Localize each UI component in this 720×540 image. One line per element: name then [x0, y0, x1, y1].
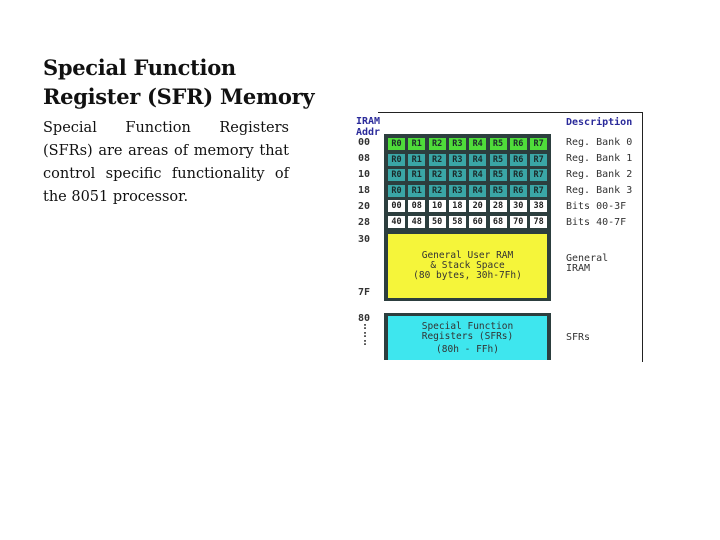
addr-label: 08	[358, 153, 371, 164]
sfr-description: SFRs	[566, 332, 591, 343]
register-cell: R6	[509, 153, 527, 166]
row-description: Bits 40-7F	[566, 217, 627, 228]
addr-label: 7F	[358, 287, 371, 298]
row-description: Reg. Bank 1	[566, 153, 633, 164]
row-description: Reg. Bank 2	[566, 169, 633, 180]
register-cell: 50	[428, 216, 446, 228]
register-cell: 20	[469, 200, 487, 213]
ellipsis-dots: :::	[362, 321, 369, 348]
register-cell: 48	[408, 216, 426, 228]
register-cell: R6	[509, 138, 527, 150]
register-cell: R1	[408, 153, 426, 166]
register-cell: 30	[509, 200, 527, 213]
register-cell: R5	[489, 138, 507, 150]
register-grid: R0 R1 R2 R3 R4 R5 R6 R7 R0 R1 R2 R3 R4 R5 R6 R7 R0 R1 R2 R3…	[384, 134, 551, 231]
register-cell: R7	[530, 169, 548, 182]
description-header: Description	[566, 117, 633, 128]
register-cell: R6	[509, 169, 527, 182]
register-cell: R7	[530, 184, 548, 197]
sfr-block: Special Function Registers (SFRs) (80h -…	[384, 313, 551, 360]
addr-label: 30	[358, 234, 371, 245]
register-cell: R4	[469, 184, 487, 197]
register-cell: 18	[448, 200, 466, 213]
addr-label: 20	[358, 201, 371, 212]
register-cell: R0	[388, 184, 405, 197]
register-cell: R0	[388, 138, 405, 150]
register-cell: R5	[489, 169, 507, 182]
register-cell: R7	[530, 138, 548, 150]
register-cell: R6	[509, 184, 527, 197]
register-cell: R2	[428, 184, 446, 197]
register-cell: 10	[428, 200, 446, 213]
register-cell: R3	[448, 153, 466, 166]
register-cell: R1	[408, 184, 426, 197]
register-cell: R4	[469, 153, 487, 166]
addr-header: IRAM Addr	[356, 116, 380, 138]
register-cell: 68	[489, 216, 507, 228]
slide-title: Special Function Register (SFR) Memory	[43, 55, 315, 109]
register-cell: 38	[530, 200, 548, 213]
register-cell: R5	[489, 184, 507, 197]
slide-body-text: Special Function Registers (SFRs) are ar…	[43, 120, 289, 205]
frame-top-border	[378, 112, 643, 113]
register-cell: R3	[448, 138, 466, 150]
register-cell: 40	[388, 216, 405, 228]
general-ram-label: General User RAM & Stack Space (80 bytes…	[388, 234, 547, 298]
register-cell: R2	[428, 138, 446, 150]
frame-right-border	[642, 112, 643, 362]
register-cell: 70	[509, 216, 527, 228]
sfr-label: Special Function Registers (SFRs) (80h -…	[388, 316, 547, 360]
register-cell: R1	[408, 169, 426, 182]
general-ram-block: General User RAM & Stack Space (80 bytes…	[384, 231, 551, 301]
register-cell: 28	[489, 200, 507, 213]
general-ram-line3: (80 bytes, 30h-7Fh)	[413, 270, 522, 281]
register-cell: 60	[469, 216, 487, 228]
addr-label: 18	[358, 185, 371, 196]
register-cell: R5	[489, 153, 507, 166]
register-cell: R1	[408, 138, 426, 150]
register-cell: 58	[448, 216, 466, 228]
sfr-line1: Special Function	[421, 320, 514, 332]
addr-label: 10	[358, 169, 371, 180]
register-cell: R4	[469, 138, 487, 150]
register-cell: R2	[428, 169, 446, 182]
general-ram-description: General IRAM	[566, 254, 608, 274]
row-description: Reg. Bank 0	[566, 137, 633, 148]
register-cell: R0	[388, 169, 405, 182]
row-description: Bits 00-3F	[566, 201, 627, 212]
sfr-line3: (80h - FFh)	[436, 343, 499, 355]
register-cell: 78	[530, 216, 548, 228]
register-cell: R0	[388, 153, 405, 166]
addr-header-line1: IRAM	[356, 116, 381, 127]
register-cell: R7	[530, 153, 548, 166]
row-description: Reg. Bank 3	[566, 185, 633, 196]
general-ram-desc-line2: IRAM	[566, 263, 591, 274]
register-cell: 00	[388, 200, 405, 213]
sfr-line2: Registers (SFRs)	[421, 330, 514, 342]
register-cell: R3	[448, 184, 466, 197]
addr-label: 28	[358, 217, 371, 228]
register-cell: R3	[448, 169, 466, 182]
register-cell: 08	[408, 200, 426, 213]
register-cell: R2	[428, 153, 446, 166]
addr-label: 00	[358, 137, 371, 148]
register-cell: R4	[469, 169, 487, 182]
